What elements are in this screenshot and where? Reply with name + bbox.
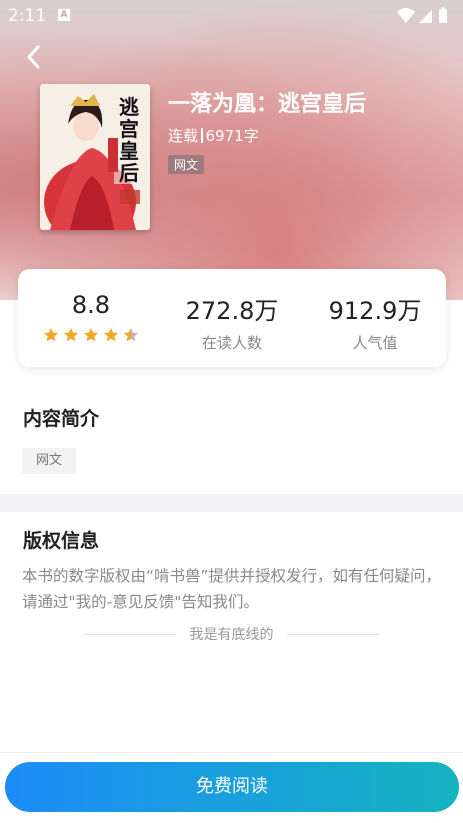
readers-stat: 272.8万 在读人数 (161, 291, 303, 353)
end-of-list-text: 我是有底线的 (189, 627, 274, 643)
star-icon (44, 328, 58, 342)
readers-label: 在读人数 (201, 334, 262, 352)
stats-card: 8.8 272.8万 在读人数 912.9万 人气值 (18, 269, 446, 367)
notification-icon: A (58, 9, 70, 21)
svg-text:后: 后 (119, 161, 139, 185)
readers-value: 272.8万 (185, 297, 279, 325)
wifi-icon (397, 8, 415, 23)
status-time: 2:11 (8, 6, 47, 26)
free-read-button[interactable]: 免费阅读 (5, 762, 459, 812)
svg-text:逃: 逃 (119, 95, 140, 119)
book-status: 连载 (168, 127, 199, 145)
popularity-stat: 912.9万 人气值 (304, 291, 446, 353)
copyright-section-title: 版权信息 (23, 530, 100, 552)
intro-tag[interactable]: 网文 (22, 448, 76, 474)
rating-value: 8.8 (71, 291, 111, 319)
status-icons (395, 6, 455, 30)
book-cover-image: 逃 宫 皇 后 (40, 84, 150, 230)
chevron-left-icon (27, 45, 40, 69)
signal-icon (419, 10, 432, 23)
star-icon (64, 328, 78, 342)
bottom-bar-divider (0, 752, 463, 753)
half-star-icon (124, 328, 138, 342)
book-cover[interactable]: 逃 宫 皇 后 (40, 84, 150, 230)
svg-text:皇: 皇 (119, 139, 139, 163)
popularity-label: 人气值 (352, 334, 398, 352)
copyright-text: 本书的数字版权由“啃书兽”提供并授权发行，如有任何疑问，请通过"我的-意见反馈"… (22, 567, 442, 611)
book-meta: 连载 6971字 (168, 125, 259, 146)
genre-tag: 网文 (168, 155, 205, 174)
star-icon (104, 328, 118, 342)
rating-stars (20, 327, 162, 343)
status-bar: 2:11 A (0, 0, 463, 32)
back-button[interactable] (20, 40, 50, 74)
section-divider (0, 494, 463, 512)
book-word-count: 6971字 (205, 127, 259, 145)
rating-stat: 8.8 (20, 291, 162, 343)
meta-separator (201, 128, 203, 143)
book-title: 一落为凰：逃宫皇后 (168, 92, 367, 117)
svg-text:宫: 宫 (119, 117, 139, 141)
battery-icon (439, 7, 447, 23)
intro-section-title: 内容简介 (23, 408, 100, 430)
star-icon (84, 328, 98, 342)
popularity-value: 912.9万 (328, 297, 422, 325)
